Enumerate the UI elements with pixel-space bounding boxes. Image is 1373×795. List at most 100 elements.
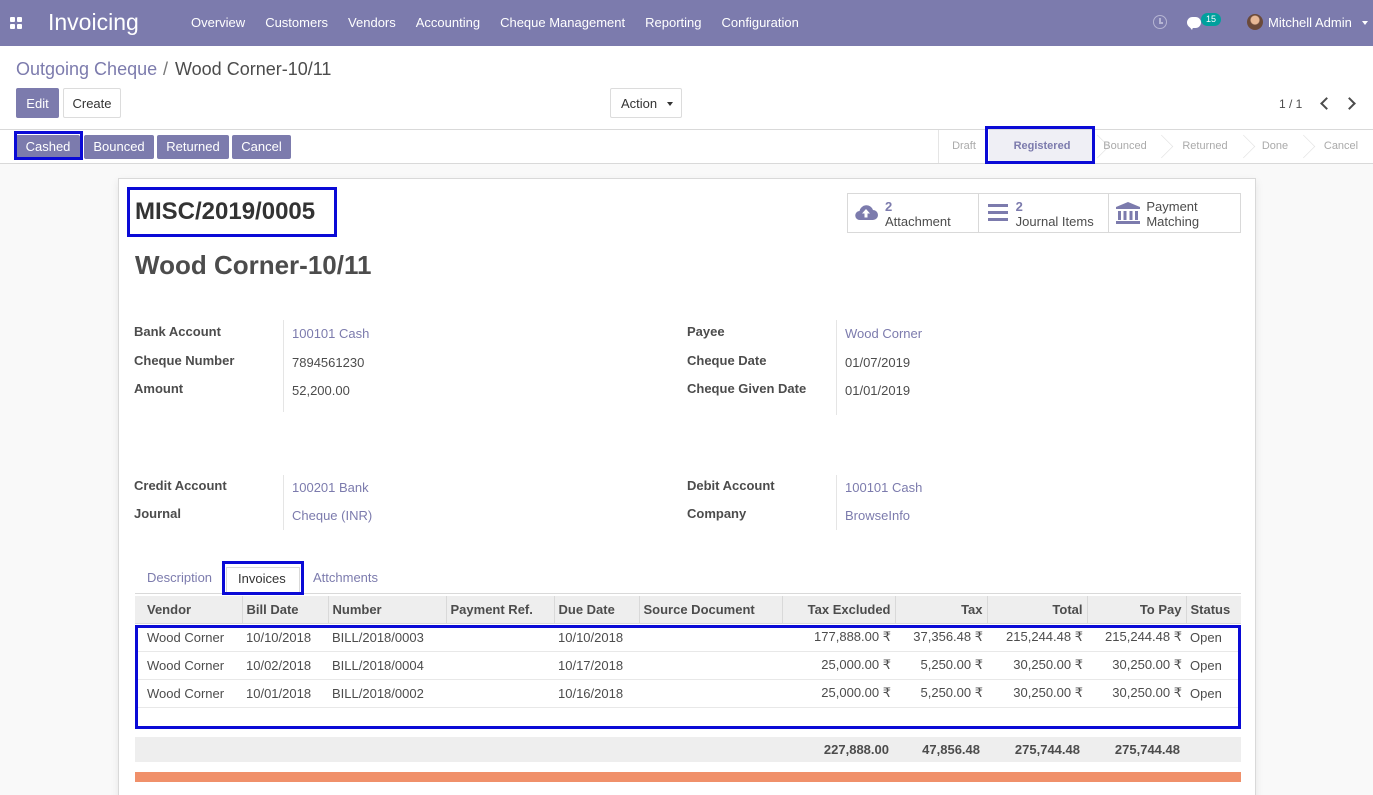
attachment-smart-button[interactable]: 2 Attachment xyxy=(848,194,979,232)
cheque-date-value: 01/07/2019 xyxy=(845,355,911,370)
cell-due-date: 10/17/2018 xyxy=(554,651,639,680)
debit-account-value[interactable]: 100101 Cash xyxy=(845,480,922,495)
menu-configuration[interactable]: Configuration xyxy=(711,0,808,46)
column-header[interactable]: Payment Ref. xyxy=(445,596,554,624)
pager-previous-icon[interactable] xyxy=(1319,96,1331,110)
apps-menu-icon[interactable] xyxy=(10,17,22,29)
cell-number: BILL/2018/0004 xyxy=(328,651,446,680)
cell-bill-date: 10/01/2018 xyxy=(242,679,328,708)
amount-label: Amount xyxy=(134,381,184,396)
tab-description[interactable]: Description xyxy=(135,567,221,594)
bank-account-label: Bank Account xyxy=(134,324,221,339)
user-avatar[interactable] xyxy=(1247,14,1263,30)
messaging-icon[interactable] xyxy=(1187,17,1201,30)
list-icon xyxy=(987,204,1008,222)
stage-registered[interactable]: Registered xyxy=(989,130,1095,163)
column-header[interactable]: Vendor xyxy=(135,596,242,624)
table-row[interactable]: Wood Corner 10/02/2018 BILL/2018/0004 10… xyxy=(135,651,1241,680)
breadcrumb-current: Wood Corner-10/11 xyxy=(175,59,332,79)
cell-status: Open xyxy=(1186,651,1241,680)
field-divider xyxy=(836,475,837,530)
cell-vendor: Wood Corner xyxy=(135,679,242,708)
action-dropdown[interactable]: Action xyxy=(610,88,682,118)
cell-bill-date: 10/10/2018 xyxy=(242,623,328,652)
table-row[interactable]: Wood Corner 10/01/2018 BILL/2018/0002 10… xyxy=(135,679,1241,708)
menu-reporting[interactable]: Reporting xyxy=(635,0,711,46)
company-label: Company xyxy=(687,506,747,521)
credit-account-value[interactable]: 100201 Bank xyxy=(292,480,369,495)
user-menu-name[interactable]: Mitchell Admin xyxy=(1268,15,1352,30)
column-header[interactable]: Tax xyxy=(894,596,987,624)
stage-cancel[interactable]: Cancel xyxy=(1309,130,1373,163)
cancel-button[interactable]: Cancel xyxy=(232,135,291,159)
column-header[interactable]: Tax Excluded xyxy=(781,596,895,624)
cell-total: 30,250.00 ₹ xyxy=(987,651,1087,680)
journal-items-label: Journal Items xyxy=(1015,214,1094,229)
pager-next-icon[interactable] xyxy=(1345,96,1357,110)
edit-button[interactable]: Edit xyxy=(16,88,59,118)
bottom-accent-bar xyxy=(135,772,1241,782)
create-button[interactable]: Create xyxy=(63,88,121,118)
cheque-number-value: 7894561230 xyxy=(292,355,365,370)
journal-items-smart-button[interactable]: 2 Journal Items xyxy=(979,194,1110,232)
menu-accounting[interactable]: Accounting xyxy=(406,0,490,46)
returned-button[interactable]: Returned xyxy=(157,135,229,159)
cheque-given-date-value: 01/01/2019 xyxy=(845,383,911,398)
cell-tax: 5,250.00 ₹ xyxy=(895,651,987,680)
menu-cheque-management[interactable]: Cheque Management xyxy=(490,0,635,46)
pager-value[interactable]: 1 / 1 xyxy=(1279,97,1302,111)
smart-buttons: 2 Attachment 2 Journal Items Payment Mat… xyxy=(847,193,1241,233)
tab-invoices[interactable]: Invoices xyxy=(226,567,300,594)
bank-account-value[interactable]: 100101 Cash xyxy=(292,326,369,341)
payment-matching-label-line1: Payment xyxy=(1146,199,1198,214)
app-title[interactable]: Invoicing xyxy=(48,9,139,36)
debit-account-label: Debit Account xyxy=(687,478,775,493)
notebook-tabs: Description Invoices Attchments xyxy=(135,563,1241,594)
attachment-label: Attachment xyxy=(885,214,951,229)
cell-due-date: 10/10/2018 xyxy=(554,623,639,652)
payment-matching-smart-button[interactable]: Payment Matching xyxy=(1109,194,1240,232)
caret-down-icon xyxy=(667,102,673,106)
table-row[interactable]: Wood Corner 10/10/2018 BILL/2018/0003 10… xyxy=(135,623,1241,652)
cheque-number-label: Cheque Number xyxy=(134,353,235,368)
menu-overview[interactable]: Overview xyxy=(181,0,255,46)
breadcrumb-parent[interactable]: Outgoing Cheque xyxy=(16,59,157,80)
column-header[interactable]: Bill Date xyxy=(241,596,328,624)
main-menu: Overview Customers Vendors Accounting Ch… xyxy=(181,0,809,46)
total-tax-excluded: 227,888.00 xyxy=(823,742,889,757)
column-header[interactable]: Due Date xyxy=(553,596,639,624)
cell-tax-excluded: 25,000.00 ₹ xyxy=(782,651,895,680)
chat-count-badge: 15 xyxy=(1201,13,1222,26)
tab-attachments[interactable]: Attchments xyxy=(313,567,393,594)
user-caret-icon[interactable] xyxy=(1362,21,1368,25)
column-header[interactable]: Status xyxy=(1185,596,1241,624)
cashed-button[interactable]: Cashed xyxy=(16,135,80,159)
column-header[interactable]: Source Document xyxy=(638,596,782,624)
journal-value[interactable]: Cheque (INR) xyxy=(292,508,372,523)
payee-value[interactable]: Wood Corner xyxy=(845,326,922,341)
invoices-table: Vendor Bill Date Number Payment Ref. Due… xyxy=(135,596,1241,727)
column-header[interactable]: Total xyxy=(986,596,1087,624)
field-divider xyxy=(836,320,837,415)
cell-tax-excluded: 25,000.00 ₹ xyxy=(782,679,895,708)
column-header[interactable]: To Pay xyxy=(1086,596,1186,624)
cell-bill-date: 10/02/2018 xyxy=(242,651,328,680)
empty-row xyxy=(135,707,1241,727)
menu-vendors[interactable]: Vendors xyxy=(338,0,406,46)
bounced-button[interactable]: Bounced xyxy=(84,135,154,159)
stage-bounced[interactable]: Bounced xyxy=(1095,130,1155,163)
cell-payment-ref xyxy=(446,623,554,652)
cell-source-document xyxy=(639,623,782,652)
record-reference: MISC/2019/0005 xyxy=(135,198,316,225)
menu-customers[interactable]: Customers xyxy=(255,0,338,46)
field-divider xyxy=(283,475,284,530)
cell-tax: 37,356.48 ₹ xyxy=(895,623,987,652)
cell-total: 215,244.48 ₹ xyxy=(987,623,1087,652)
status-bar: Cashed Bounced Returned Cancel Draft Reg… xyxy=(0,130,1373,164)
total-to-pay: 275,744.48 xyxy=(1114,742,1180,757)
empty-cell xyxy=(135,707,1241,727)
company-value[interactable]: BrowseInfo xyxy=(845,508,910,523)
column-header[interactable]: Number xyxy=(327,596,446,624)
cell-vendor: Wood Corner xyxy=(135,651,242,680)
activity-clock-icon[interactable] xyxy=(1153,15,1167,29)
